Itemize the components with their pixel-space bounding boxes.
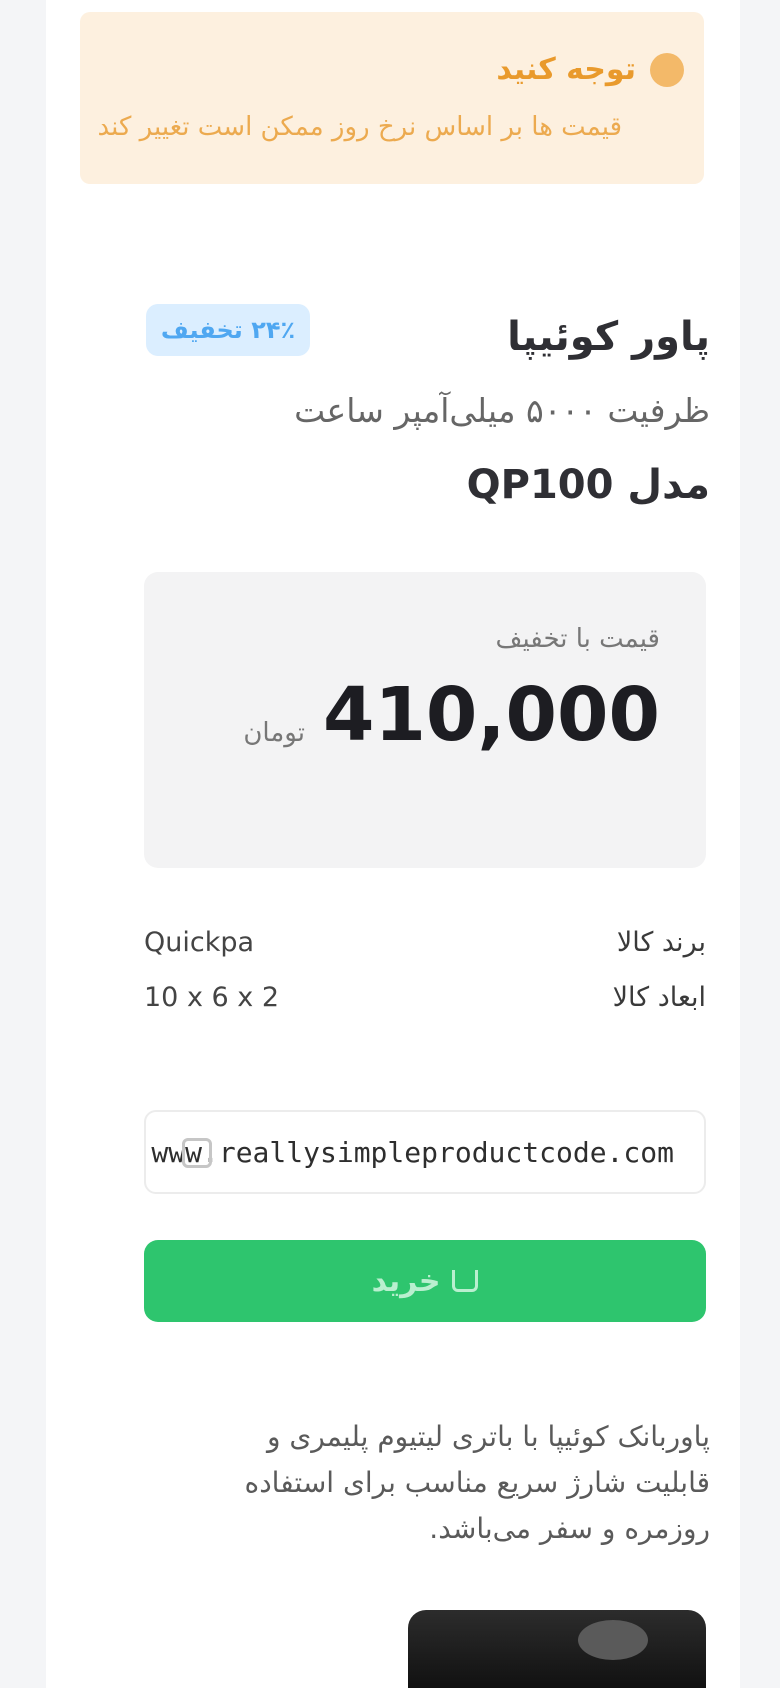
- discount-badge: ۲۴٪ تخفیف: [146, 304, 310, 356]
- price-value: 410,000: [322, 672, 660, 758]
- product-image-highlight: [578, 1620, 648, 1660]
- info-value: Quickpa: [144, 927, 255, 958]
- price-currency: تومان: [243, 718, 305, 748]
- product-image[interactable]: [408, 1610, 706, 1688]
- buy-button[interactable]: خرید: [144, 1240, 706, 1322]
- warning-icon: [650, 52, 684, 87]
- copy-icon[interactable]: [182, 1138, 212, 1168]
- product-code-box[interactable]: www.reallysimpleproductcode.com: [144, 1110, 706, 1194]
- notice-text: قیمت ها بر اساس نرخ روز ممکن است تغییر ک…: [97, 112, 622, 142]
- info-key: ابعاد کالا: [612, 982, 706, 1013]
- product-description: پاوربانک کوئیپا با باتری لیتیوم پلیمری و…: [244, 1420, 710, 1545]
- info-row-brand: برند کالا Quickpa: [144, 920, 706, 966]
- price-row: 410,000 تومان: [243, 672, 660, 758]
- product-title-tail: مدل QP100: [466, 462, 710, 508]
- info-value: 10 x 6 x 2: [144, 982, 279, 1013]
- product-title-sub: ظرفیت ۵۰۰۰ میلی‌آمپر ساعت: [294, 391, 710, 430]
- notice-box: توجه کنید قیمت ها بر اساس نرخ روز ممکن ا…: [80, 12, 704, 184]
- buy-button-label: خرید: [371, 1263, 441, 1299]
- product-code-text: www.reallysimpleproductcode.com: [151, 1136, 674, 1169]
- price-card: قیمت با تخفیف 410,000 تومان: [144, 572, 706, 868]
- product-page: توجه کنید قیمت ها بر اساس نرخ روز ممکن ا…: [46, 0, 740, 1688]
- notice-title: توجه کنید: [496, 52, 636, 87]
- info-key: برند کالا: [616, 927, 706, 958]
- info-row-dimensions: ابعاد کالا 10 x 6 x 2: [144, 975, 706, 1021]
- notice-header: توجه کنید: [496, 52, 684, 87]
- price-label: قیمت با تخفیف: [495, 624, 660, 654]
- cart-icon: [452, 1270, 479, 1292]
